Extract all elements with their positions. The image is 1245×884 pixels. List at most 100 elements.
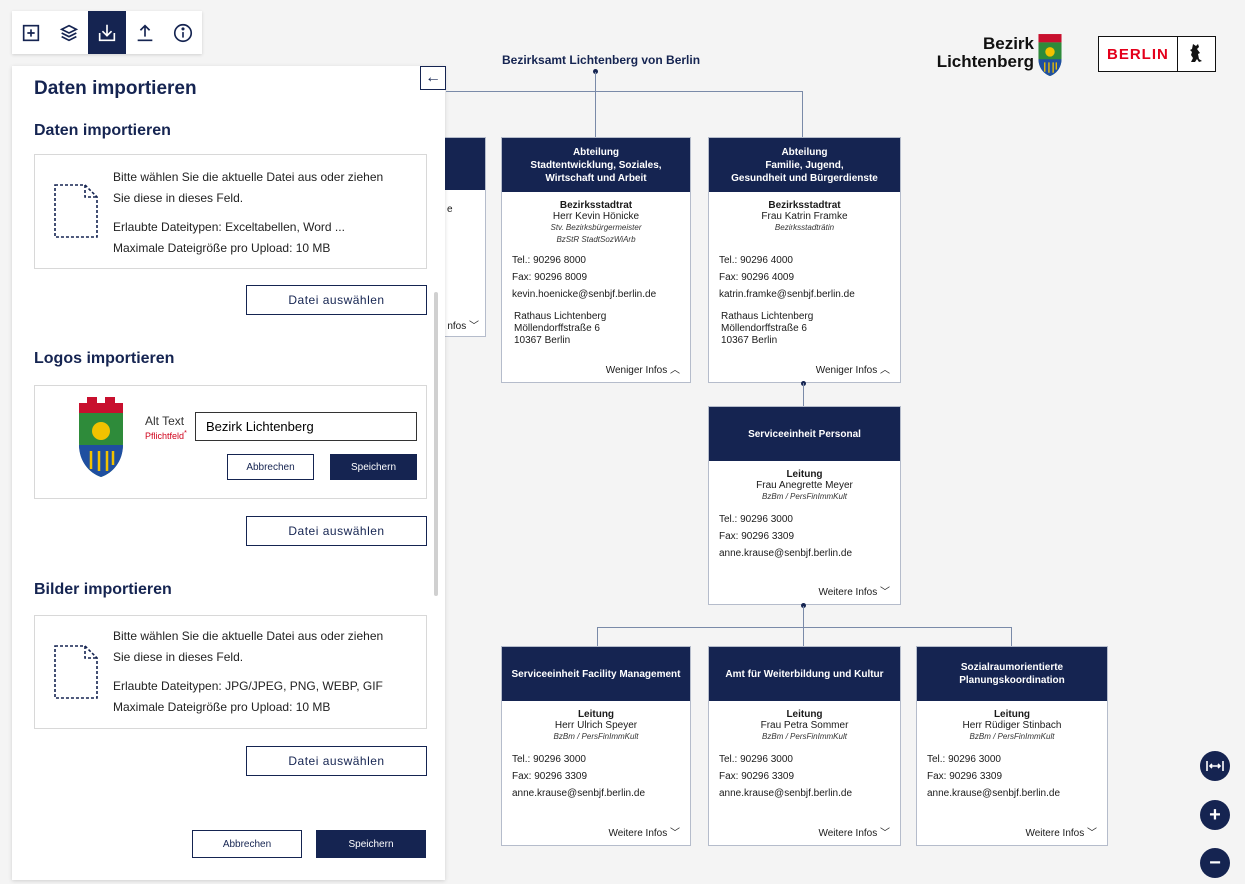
panel-scrollbar[interactable] (434, 292, 438, 596)
panel-title: Daten importieren (34, 78, 197, 99)
org-card-facility[interactable]: Serviceeinheit Facility Management Leitu… (501, 646, 691, 846)
image-max-size: Maximale Dateigröße pro Upload: 10 MB (113, 700, 331, 714)
export-icon[interactable] (126, 11, 164, 54)
zoom-in-button[interactable]: + (1200, 800, 1230, 830)
org-card-weiterbildung[interactable]: Amt für Weiterbildung und Kultur Leitung… (708, 646, 901, 846)
info-icon[interactable] (164, 11, 202, 54)
org-card-familie[interactable]: Abteilung Familie, Jugend, Gesundheit un… (708, 137, 901, 383)
card-role: Leitung (786, 709, 823, 720)
card-address: Rathaus Lichtenberg (514, 311, 607, 322)
card-toggle-info[interactable]: Weniger Infos ︿ (816, 361, 890, 376)
card-address: Möllendorffstraße 6 (514, 323, 600, 334)
connector-line (595, 72, 596, 92)
lichtenberg-crest-icon (79, 397, 123, 477)
card-tel: Tel.: 90296 3000 (719, 514, 793, 525)
card-role: Bezirksstadtrat (768, 200, 841, 211)
connector-line (597, 627, 1012, 628)
card-toggle-info[interactable]: Weitere Infos ﹀ (608, 824, 680, 839)
data-file-select-button[interactable]: Datei auswählen (246, 285, 427, 315)
card-person: Frau Anegrette Meyer (756, 480, 853, 491)
card-toggle-info[interactable]: Weitere Infos ﹀ (818, 824, 890, 839)
hidden-card-more[interactable]: nfos ﹀ (447, 317, 479, 332)
card-tel: Tel.: 90296 4000 (719, 255, 793, 266)
org-card-stadtentwicklung[interactable]: Abteilung Stadtentwicklung, Soziales, Wi… (501, 137, 691, 383)
card-email[interactable]: anne.krause@senbjf.berlin.de (719, 545, 900, 562)
card-role: Leitung (577, 709, 615, 720)
card-person: Frau Petra Sommer (760, 720, 849, 731)
card-person: Herr Ulrich Speyer (554, 720, 638, 731)
card-fax: Fax: 90296 3309 (719, 771, 795, 782)
org-root-title: Bezirksamt Lichtenberg von Berlin (502, 53, 701, 67)
card-fax: Fax: 90296 3309 (719, 531, 795, 542)
card-email[interactable]: katrin.framke@senbjf.berlin.de (719, 286, 900, 303)
logo-save-button[interactable]: Speichern (330, 454, 417, 480)
hidden-card-fragment: e (447, 204, 453, 215)
logo-section-title: Logos importieren (34, 350, 175, 367)
image-hint-line1: Bitte wählen Sie die aktuelle Datei aus … (113, 629, 384, 643)
add-icon[interactable] (12, 11, 50, 54)
image-hint-line2: Sie diese in dieses Feld. (113, 650, 244, 664)
card-address: Rathaus Lichtenberg (721, 311, 814, 322)
card-email[interactable]: kevin.hoenicke@senbjf.berlin.de (512, 286, 690, 303)
card-meta (709, 234, 900, 246)
logo-file-select-button[interactable]: Datei auswählen (246, 516, 427, 546)
logo-cancel-button[interactable]: Abbrechen (227, 454, 314, 480)
lichtenberg-crest-icon (1038, 34, 1062, 76)
card-fax: Fax: 90296 4009 (719, 272, 795, 283)
image-allowed-types: Erlaubte Dateitypen: JPG/JPEG, PNG, WEBP… (113, 679, 383, 693)
footer-save-button[interactable]: Speichern (316, 830, 426, 858)
image-section-title: Bilder importieren (34, 581, 172, 598)
connector-line (803, 606, 804, 646)
berlin-bear-icon (1178, 42, 1215, 66)
toolbar (12, 11, 202, 54)
card-tel: Tel.: 90296 3000 (719, 754, 793, 765)
card-toggle-info[interactable]: Weitere Infos ﹀ (1025, 824, 1097, 839)
card-tel: Tel.: 90296 8000 (512, 255, 586, 266)
card-toggle-info[interactable]: Weitere Infos ﹀ (818, 583, 890, 598)
layers-icon[interactable] (50, 11, 88, 54)
card-meta: BzStR StadtSozWiArb (556, 235, 636, 244)
data-dropzone[interactable]: Bitte wählen Sie die aktuelle Datei aus … (34, 154, 427, 269)
card-person: Herr Rüdiger Stinbach (962, 720, 1062, 731)
data-section-title: Daten importieren (34, 122, 171, 139)
data-hint-line1: Bitte wählen Sie die aktuelle Datei aus … (113, 170, 384, 184)
fit-width-icon[interactable] (1200, 751, 1230, 781)
connector-line (802, 91, 803, 137)
card-role: Leitung (786, 469, 823, 480)
alt-text-label: Alt Text (145, 414, 185, 428)
zoom-out-button[interactable]: − (1200, 848, 1230, 878)
org-card-sozialraum[interactable]: Sozialraumorientierte Planungskoordinati… (916, 646, 1108, 846)
card-header: Abteilung Stadtentwicklung, Soziales, Wi… (502, 138, 690, 192)
logo-upload-box: Alt Text Pflichtfeld* Abbrechen Speicher… (34, 385, 427, 499)
card-email[interactable]: anne.krause@senbjf.berlin.de (927, 785, 1107, 802)
collapse-panel-button[interactable]: ← (420, 66, 446, 90)
alt-text-input[interactable] (195, 412, 417, 441)
required-label: Pflichtfeld* (145, 428, 187, 441)
berlin-logo: BERLIN (1098, 36, 1216, 72)
data-max-size: Maximale Dateigröße pro Upload: 10 MB (113, 241, 331, 255)
file-icon (54, 184, 98, 238)
connector-line (597, 627, 598, 646)
image-dropzone[interactable]: Bitte wählen Sie die aktuelle Datei aus … (34, 615, 427, 729)
arrow-left-icon: ← (425, 69, 441, 86)
card-meta: BzBm / PersFinImmKult (762, 732, 847, 741)
berlin-wordmark: BERLIN (1099, 37, 1178, 71)
card-header: Serviceeinheit Facility Management (502, 647, 690, 701)
card-person: Frau Katrin Framke (761, 211, 848, 222)
card-meta: BzBm / PersFinImmKult (969, 732, 1055, 741)
file-icon (54, 645, 98, 699)
card-tel: Tel.: 90296 3000 (512, 754, 586, 765)
image-file-select-button[interactable]: Datei auswählen (246, 746, 427, 776)
import-panel: Daten importieren ← Daten importieren Bi… (12, 66, 446, 880)
card-toggle-info[interactable]: Weniger Infos ︿ (606, 361, 680, 376)
connector-line (803, 383, 804, 406)
card-email[interactable]: anne.krause@senbjf.berlin.de (719, 785, 900, 802)
org-card-personal[interactable]: Serviceeinheit Personal Leitung Frau Ane… (708, 406, 901, 605)
card-person: Herr Kevin Hönicke (552, 211, 640, 222)
card-email[interactable]: anne.krause@senbjf.berlin.de (512, 785, 690, 802)
card-header: Amt für Weiterbildung und Kultur (709, 647, 900, 701)
card-meta: Stv. Bezirksbürgermeister (550, 223, 642, 232)
import-icon[interactable] (88, 11, 126, 54)
card-role: Leitung (993, 709, 1031, 720)
footer-cancel-button[interactable]: Abbrechen (192, 830, 302, 858)
